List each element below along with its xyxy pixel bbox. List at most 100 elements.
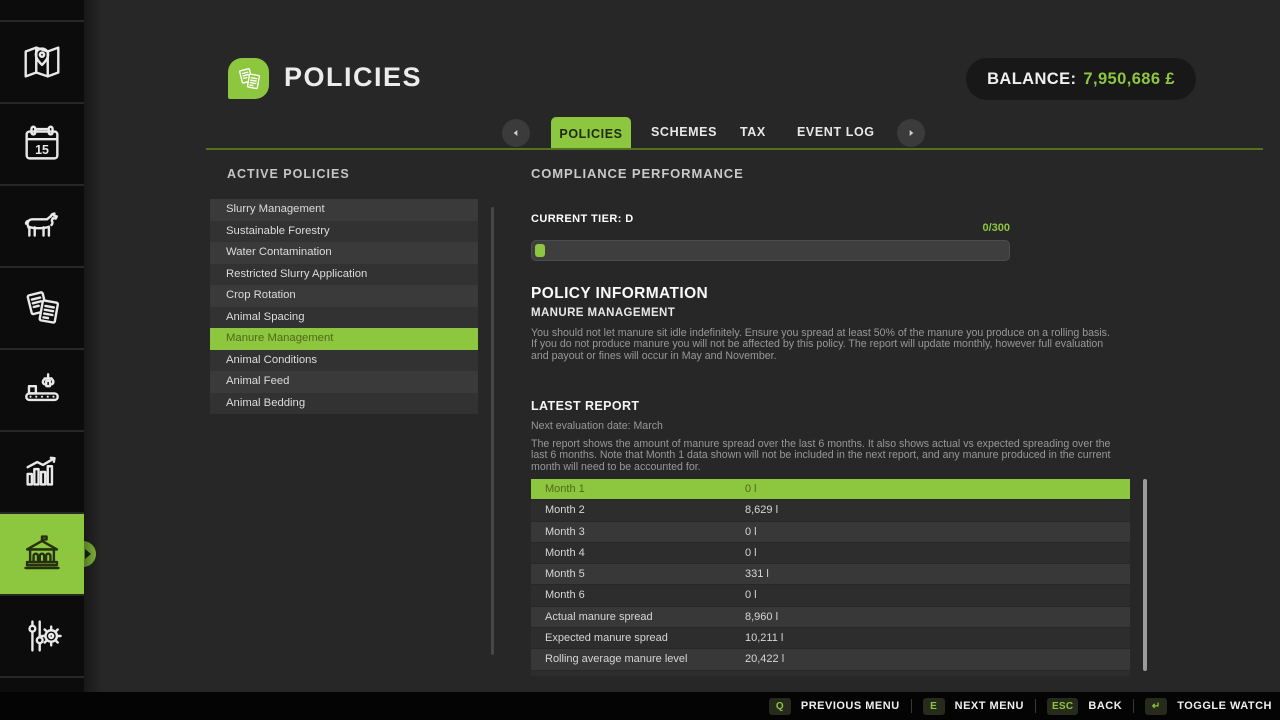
policy-info-heading: POLICY INFORMATION [531,285,708,303]
policy-list-item[interactable]: Crop Rotation [210,285,478,307]
row-value: 331 l [745,564,769,584]
page-title: POLICIES [284,62,422,93]
tabs-prev-button[interactable] [502,119,530,147]
sidebar-item-contracts[interactable] [0,268,84,348]
key-q: Q [769,698,791,715]
row-label: Rolling average manure level [545,649,687,669]
row-label: Expected manure spread [545,628,668,648]
table-row-selected[interactable]: Month 1 0 l [531,479,1130,499]
table-scrollbar[interactable] [1143,479,1147,671]
table-row[interactable]: Month 2 8,629 l [531,500,1130,520]
animals-icon [19,203,65,249]
hint-divider [1133,699,1134,713]
balance-value: 7,950,686 £ [1083,70,1175,89]
hint-label: NEXT MENU [955,700,1024,712]
hint-next-menu[interactable]: E NEXT MENU [923,698,1024,715]
content-scrollbar[interactable] [491,207,494,655]
row-value: 0 l [745,479,757,499]
policy-list-item[interactable]: Animal Feed [210,371,478,393]
table-row[interactable]: Expected manure spread 10,211 l [531,628,1130,648]
balance-display: BALANCE: 7,950,686 £ [966,58,1196,100]
hint-previous-menu[interactable]: Q PREVIOUS MENU [769,698,900,715]
compliance-progress-fill [535,244,545,257]
sidebar-item-statistics[interactable] [0,432,84,512]
policy-list-item[interactable]: Restricted Slurry Application [210,264,478,286]
policy-list-item[interactable]: Sustainable Forestry [210,221,478,243]
sidebar-item-finances[interactable] [0,514,84,594]
tab-tax[interactable]: TAX [740,125,766,139]
tab-underline [206,148,1263,150]
footer-hint-bar: Q PREVIOUS MENU E NEXT MENU ESC BACK ↵ T… [0,692,1280,720]
next-evaluation-date: Next evaluation date: March [531,420,663,432]
policy-name-subheading: MANURE MANAGEMENT [531,307,675,319]
row-label: Actual manure spread [545,607,653,627]
active-tab-bump [70,541,96,567]
compliance-heading: COMPLIANCE PERFORMANCE [531,166,744,181]
row-label: Month 2 [545,500,585,520]
row-label: Month 5 [545,564,585,584]
table-row-partial[interactable]: Rating 0 [531,671,1130,676]
sidebar-item-production[interactable] [0,350,84,430]
sidebar-item-partial-bottom[interactable] [0,678,84,692]
contracts-icon [19,285,65,331]
sidebar-item-animals[interactable] [0,186,84,266]
calendar-icon: 15 [19,121,65,167]
policies-app-icon [228,58,269,99]
row-value: 0 l [745,585,757,605]
policies-document-icon [234,64,264,94]
sidebar-item-calendar[interactable]: 15 [0,104,84,184]
balance-label: BALANCE: [987,70,1076,89]
policy-list-item[interactable]: Water Contamination [210,242,478,264]
tab-policies[interactable]: POLICIES [551,117,631,150]
hint-toggle-watch[interactable]: ↵ TOGGLE WATCH [1145,698,1272,715]
policy-list-item-selected[interactable]: Manure Management [210,328,478,350]
hint-label: PREVIOUS MENU [801,700,900,712]
latest-report-heading: LATEST REPORT [531,399,639,413]
report-table: Month 1 0 l Month 2 8,629 l Month 3 0 l … [531,479,1130,676]
table-row[interactable]: Rolling average manure level 20,422 l [531,649,1130,669]
policy-list-item[interactable]: Animal Bedding [210,393,478,415]
report-description: The report shows the amount of manure sp… [531,439,1111,473]
chevron-right-icon [903,125,919,141]
row-value: 0 l [745,522,757,542]
hint-back[interactable]: ESC BACK [1047,698,1122,715]
table-row[interactable]: Month 4 0 l [531,543,1130,563]
hint-label: TOGGLE WATCH [1177,700,1272,712]
calendar-day-label: 15 [35,143,49,157]
tab-schemes[interactable]: SCHEMES [651,125,717,139]
table-row[interactable]: Month 5 331 l [531,564,1130,584]
table-row[interactable]: Actual manure spread 8,960 l [531,607,1130,627]
tab-event-log[interactable]: EVENT LOG [797,125,875,139]
map-icon [19,39,65,85]
settings-icon [19,613,65,659]
row-value: 20,422 l [745,649,784,669]
sidebar: 15 [0,0,84,692]
row-value: 0 [745,671,751,676]
row-value: 8,960 l [745,607,778,627]
row-label: Month 1 [545,479,585,499]
key-esc: ESC [1047,698,1078,715]
table-row[interactable]: Month 3 0 l [531,522,1130,542]
row-value: 0 l [745,543,757,563]
row-value: 8,629 l [745,500,778,520]
key-e: E [923,698,945,715]
row-label: Month 3 [545,522,585,542]
row-label: Month 4 [545,543,585,563]
sidebar-item-map[interactable] [0,22,84,102]
tabs-next-button[interactable] [897,119,925,147]
finances-icon [19,531,65,577]
policy-list-item[interactable]: Animal Spacing [210,307,478,329]
policies-screen: 15 [0,0,1280,720]
enter-key-icon: ↵ [1145,698,1167,715]
sidebar-item-settings[interactable] [0,596,84,676]
table-row[interactable]: Month 6 0 l [531,585,1130,605]
hint-divider [1035,699,1036,713]
policy-list-item[interactable]: Animal Conditions [210,350,478,372]
chevron-left-icon [508,125,524,141]
sidebar-item-partial-top[interactable] [0,0,84,20]
policy-description: You should not let manure sit idle indef… [531,328,1111,362]
active-policies-heading: ACTIVE POLICIES [227,167,350,181]
statistics-icon [19,449,65,495]
compliance-score: 0/300 [531,222,1010,234]
policy-list-item[interactable]: Slurry Management [210,199,478,221]
